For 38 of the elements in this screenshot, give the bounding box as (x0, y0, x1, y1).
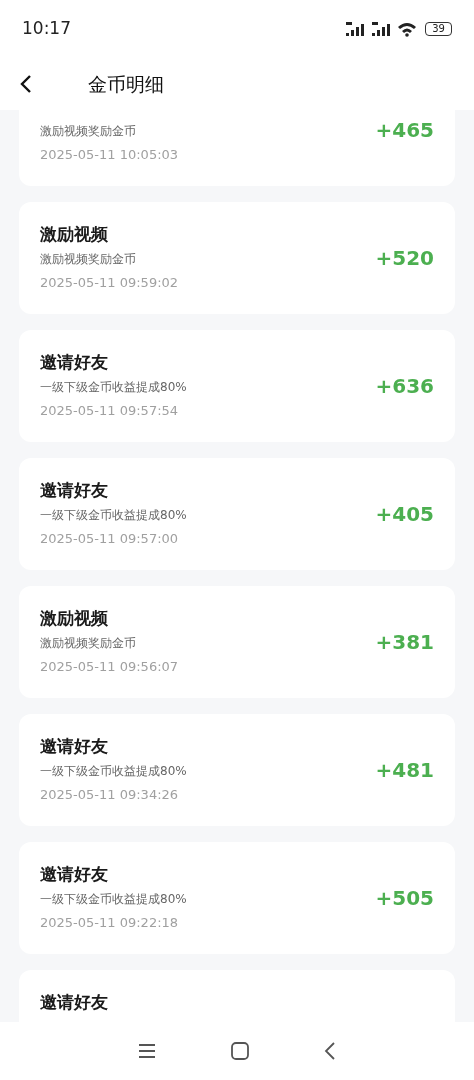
record-time: 2025-05-11 09:57:00 (40, 530, 180, 548)
battery-indicator: 39 (425, 22, 452, 36)
record-time: 2025-05-11 09:34:26 (40, 786, 180, 804)
record-title: 邀请好友 (40, 991, 108, 1014)
page-title: 金币明细 (88, 71, 164, 97)
coin-amount: +465 (375, 117, 434, 144)
back-icon (20, 74, 32, 94)
record-time: 2025-05-11 10:05:03 (40, 146, 179, 164)
record-time: 2025-05-11 09:57:54 (40, 402, 180, 420)
record-description: 一级下级金币收益提成80% (40, 379, 187, 396)
status-time: 10:17 (22, 17, 71, 41)
signal-icon (371, 21, 393, 37)
record-title: 邀请好友 (40, 479, 109, 502)
signal-icon (345, 21, 367, 37)
record-title: 激励视频 (40, 607, 109, 630)
record-time: 2025-05-11 09:56:07 (40, 658, 179, 676)
record-description: 激励视频奖励金币 (40, 123, 137, 140)
coin-amount: +381 (375, 629, 434, 656)
record-description: 一级下级金币收益提成80% (40, 891, 187, 908)
wifi-icon (397, 21, 417, 37)
record-title: 邀请好友 (40, 351, 109, 374)
record-description: 一级下级金币收益提成80% (40, 763, 187, 780)
coin-amount: +481 (375, 757, 434, 784)
home-icon[interactable] (231, 1042, 249, 1060)
record-time: 2025-05-11 09:59:02 (40, 274, 179, 292)
back-icon[interactable] (324, 1042, 337, 1060)
record-description: 一级下级金币收益提成80% (40, 507, 187, 524)
record-title: 激励视频 (40, 223, 109, 246)
record-description: 激励视频奖励金币 (40, 251, 137, 268)
record-time: 2025-05-11 09:22:18 (40, 914, 180, 932)
record-description: 激励视频奖励金币 (40, 635, 137, 652)
coin-amount: +405 (375, 501, 434, 528)
coin-amount: +636 (375, 373, 434, 400)
record-title: 邀请好友 (40, 863, 109, 886)
menu-icon[interactable] (137, 1043, 156, 1059)
record-title: 邀请好友 (40, 735, 109, 758)
coin-amount: +505 (375, 885, 434, 912)
coin-amount: +520 (375, 245, 434, 272)
